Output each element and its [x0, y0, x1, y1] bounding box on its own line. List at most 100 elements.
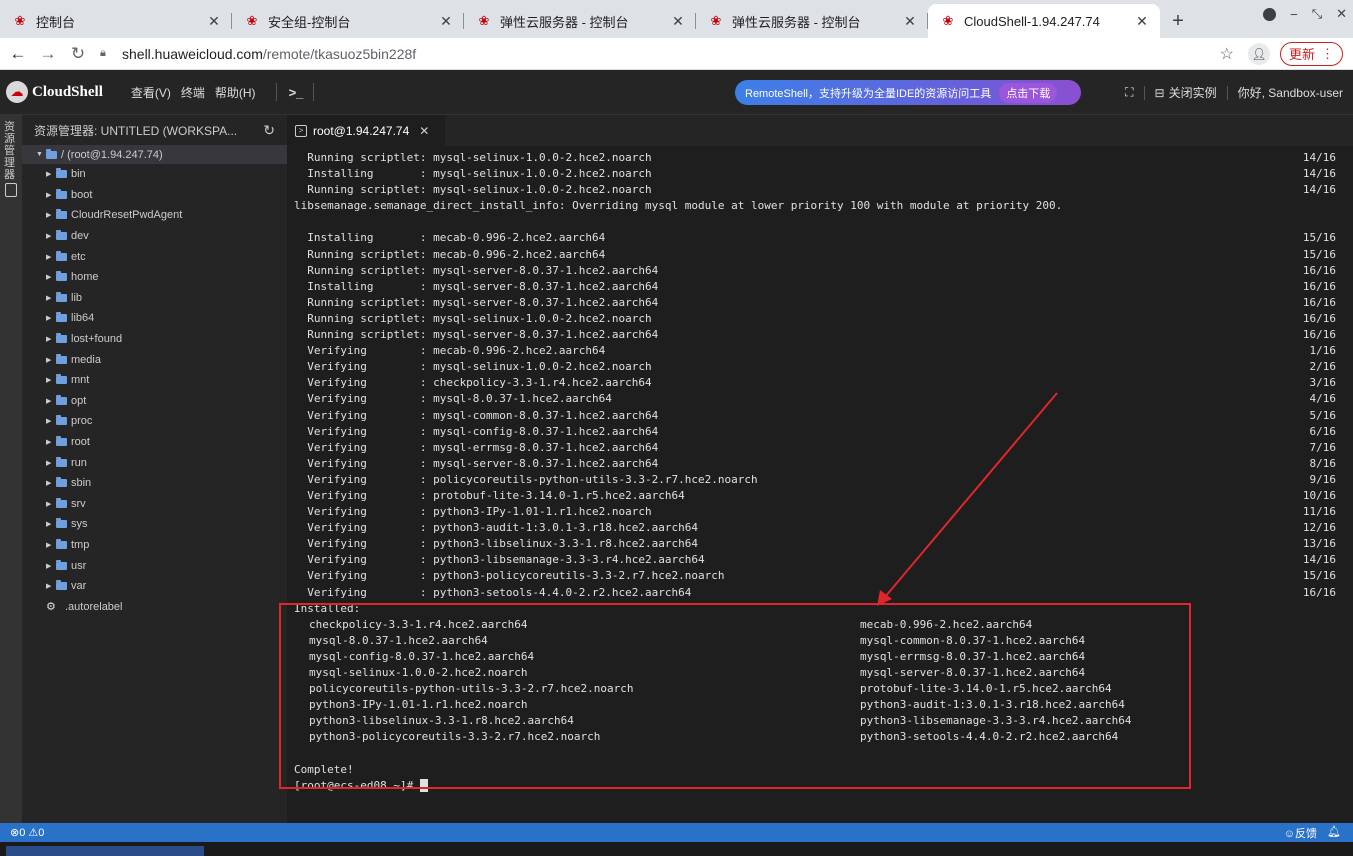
browser-tab[interactable]: ❀ 安全组-控制台 ✕ — [232, 4, 464, 38]
chevron-right-icon: ▶ — [46, 274, 52, 282]
close-tab-icon[interactable]: ✕ — [670, 13, 686, 30]
terminal-line-text: Verifying : mysql-errmsg-8.0.37-1.hce2.a… — [294, 440, 659, 454]
tree-folder[interactable]: ▶ lib — [22, 288, 287, 309]
user-greeting[interactable]: 你好, Sandbox-user — [1238, 84, 1343, 101]
restore-icon[interactable]: ⤡ — [1312, 6, 1322, 22]
chevron-right-icon: ▶ — [46, 253, 52, 261]
tree-folder[interactable]: ▶ var — [22, 576, 287, 597]
close-tab-icon[interactable]: ✕ — [1134, 13, 1150, 30]
tree-folder[interactable]: ▶ srv — [22, 494, 287, 515]
terminal-line: Verifying : python3-IPy-1.01-1.r1.hce2.n… — [294, 504, 1353, 520]
terminal-line: Verifying : python3-libsemanage-3.3-3.r4… — [294, 552, 1353, 568]
url-path: /remote/tkasuoz5bin228f — [262, 45, 417, 62]
folder-icon — [56, 353, 67, 364]
tree-folder-label: root — [71, 436, 90, 449]
back-button[interactable]: ← — [6, 44, 30, 64]
terminal-line-count: 16/16 — [1302, 263, 1336, 277]
terminal-line-count: 16/16 — [1302, 279, 1336, 293]
tree-folder-label: lost+found — [71, 333, 123, 346]
terminal-line-count: 10/16 — [1302, 488, 1336, 502]
reload-button[interactable]: ↻ — [66, 44, 90, 64]
tree-folder-label: usr — [71, 559, 87, 572]
terminal-line-text: Verifying : protobuf-lite-3.14.0-1.r5.hc… — [294, 488, 685, 502]
extension-icon[interactable] — [1263, 7, 1277, 21]
tree-folder[interactable]: ▶ tmp — [22, 535, 287, 556]
notification-bell-icon[interactable]: 🔔︎ — [1327, 825, 1341, 841]
menu-help[interactable]: 帮助(H) — [215, 84, 256, 101]
close-tab-icon[interactable]: ✕ — [902, 13, 918, 30]
tree-folder[interactable]: ▶ boot — [22, 185, 287, 206]
close-tab-icon[interactable]: ✕ — [206, 13, 222, 30]
update-button[interactable]: 更新 ⋮ — [1279, 41, 1343, 66]
terminal-line-count: 15/16 — [1302, 231, 1336, 245]
close-icon[interactable]: ✕ — [419, 124, 429, 138]
menu-view[interactable]: 查看(V) — [131, 84, 171, 101]
folder-icon — [46, 148, 57, 159]
problems-indicator[interactable]: ⊗0 ⚠0 — [10, 826, 44, 839]
tree-file-autorelabel[interactable]: ⚙ .autorelabel — [22, 596, 287, 617]
explorer-icon[interactable] — [5, 183, 17, 197]
tree-folder[interactable]: ▶ etc — [22, 246, 287, 267]
tab-terminal[interactable]: > root@1.94.247.74 ✕ — [287, 115, 445, 146]
folder-icon — [56, 456, 67, 467]
new-tab-button[interactable]: + — [1160, 4, 1196, 38]
fullscreen-icon[interactable]: ⛶ — [1125, 85, 1133, 100]
editor-tabs: > root@1.94.247.74 ✕ — [287, 115, 1353, 146]
tree-folder[interactable]: ▶ usr — [22, 555, 287, 576]
tree-folder[interactable]: ▶ lib64 — [22, 308, 287, 329]
tree-folder[interactable]: ▶ sbin — [22, 473, 287, 494]
tree-folder[interactable]: ▶ home — [22, 267, 287, 288]
promo-download-button[interactable]: 点击下载 — [999, 82, 1058, 103]
terminal-line-text: Verifying : python3-libsemanage-3.3-3.r4… — [294, 553, 705, 567]
profile-avatar[interactable]: 👤︎ — [1247, 42, 1270, 65]
browser-tab-label: 控制台 — [36, 14, 76, 30]
app-header: ☁ CloudShell 查看(V) 终端 帮助(H) >_ RemoteShe… — [0, 70, 1353, 115]
huawei-logo-icon: ❀ — [710, 13, 722, 28]
tree-folder[interactable]: ▶ CloudrResetPwdAgent — [22, 205, 287, 226]
taskbar-window[interactable] — [6, 846, 204, 856]
tree-folder[interactable]: ▶ mnt — [22, 370, 287, 391]
tree-folder[interactable]: ▶ bin — [22, 164, 287, 185]
new-terminal-icon[interactable]: >_ — [289, 85, 304, 100]
feedback-button[interactable]: ☺反馈 — [1284, 825, 1317, 841]
menu-terminal[interactable]: 终端 — [181, 84, 205, 101]
close-instance-button[interactable]: 关闭实例 — [1169, 84, 1217, 101]
tree-folder[interactable]: ▶ lost+found — [22, 329, 287, 350]
tree-folder[interactable]: ▶ sys — [22, 514, 287, 535]
tree-folder[interactable]: ▶ proc — [22, 411, 287, 432]
minimize-icon[interactable]: − — [1290, 7, 1298, 22]
huawei-logo-icon: ❀ — [478, 13, 490, 28]
close-window-icon[interactable]: ✕ — [1336, 6, 1347, 22]
close-tab-icon[interactable]: ✕ — [438, 13, 454, 30]
tree-folder[interactable]: ▶ opt — [22, 391, 287, 412]
bookmark-star-icon[interactable]: ☆ — [1220, 44, 1234, 64]
forward-button[interactable]: → — [36, 44, 60, 64]
terminal-line-count: 8/16 — [1309, 456, 1337, 470]
remoteshell-promo-banner[interactable]: RemoteShell，支持升级为全量IDE的资源访问工具 点击下载 — [735, 80, 1081, 105]
tree-folder[interactable]: ▶ media — [22, 349, 287, 370]
tree-folder-label: CloudrResetPwdAgent — [71, 209, 183, 222]
url-field[interactable]: 🔒︎ shell.huaweicloud.com/remote/tkasuoz5… — [100, 41, 1220, 67]
tree-root[interactable]: ▼ / (root@1.94.247.74) — [22, 145, 287, 164]
status-bar: ⊗0 ⚠0 ☺反馈 🔔︎ — [0, 823, 1353, 842]
terminal-line-text: Installing : mysql-selinux-1.0.0-2.hce2.… — [294, 167, 652, 181]
terminal-line-count: 14/16 — [1302, 151, 1336, 164]
browser-tab[interactable]: ❀ 控制台 ✕ — [0, 4, 232, 38]
tree-folder[interactable]: ▶ root — [22, 432, 287, 453]
terminal-line-text: Verifying : mysql-selinux-1.0.0-2.hce2.n… — [294, 360, 652, 374]
terminal-line-count: 12/16 — [1302, 521, 1336, 535]
browser-tab[interactable]: ❀ CloudShell-1.94.247.74 ✕ — [928, 4, 1160, 38]
terminal-line: Running scriptlet: mysql-selinux-1.0.0-2… — [294, 150, 1353, 166]
tree-folder[interactable]: ▶ run — [22, 452, 287, 473]
huawei-logo-icon: ❀ — [246, 13, 258, 28]
terminal-line-count: 4/16 — [1309, 392, 1337, 406]
explorer-sidebar: 资源管理器: UNTITLED (WORKSPA... ↻ ▼ / (root@… — [22, 115, 287, 823]
browser-tab[interactable]: ❀ 弹性云服务器 - 控制台 ✕ — [696, 4, 928, 38]
promo-text: RemoteShell，支持升级为全量IDE的资源访问工具 — [745, 87, 992, 100]
tree-folder[interactable]: ▶ dev — [22, 226, 287, 247]
refresh-icon[interactable]: ↻ — [263, 122, 275, 139]
browser-tab[interactable]: ❀ 弹性云服务器 - 控制台 ✕ — [464, 4, 696, 38]
explorer-rail-label[interactable]: 资源管理器 — [4, 121, 18, 181]
more-menu-icon: ⋮ — [1321, 45, 1334, 61]
terminal-line-text: Verifying : mysql-common-8.0.37-1.hce2.a… — [294, 408, 659, 422]
